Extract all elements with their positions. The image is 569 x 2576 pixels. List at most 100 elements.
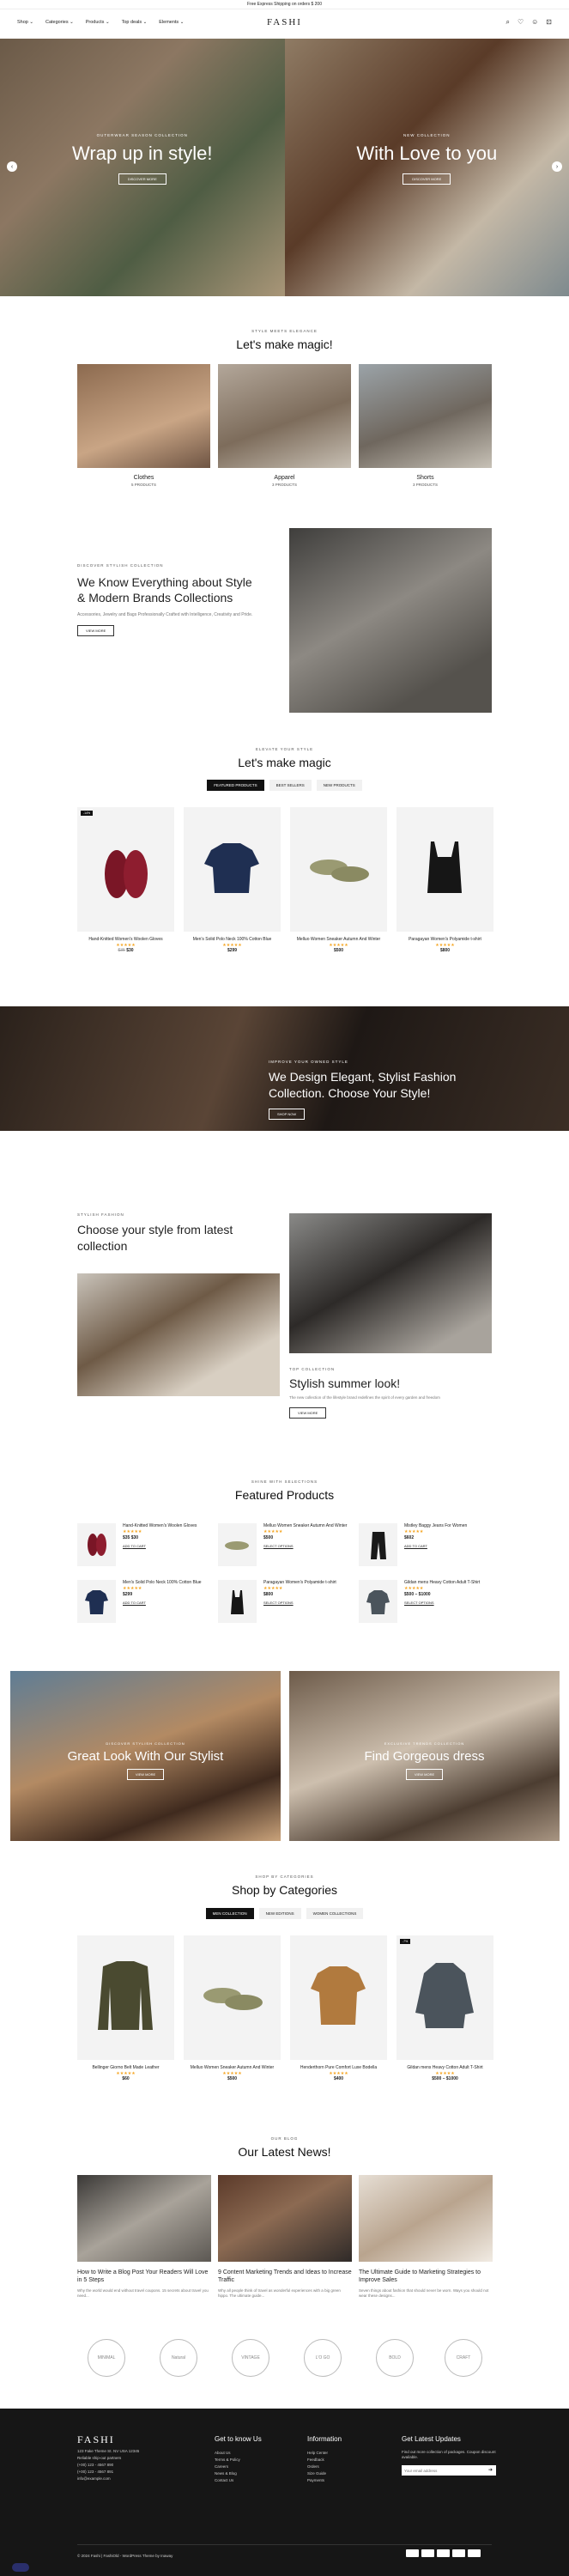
product-name[interactable]: Paragayan Women's Polyamide t-shirt [396, 937, 493, 943]
product-card[interactable]: Bellinger Giorno Belt Made Leather ★★★★★… [77, 1935, 174, 2081]
footer-address-note: Reliable ship-out partners [77, 2456, 122, 2460]
tab-new-products[interactable]: NEW PRODUCTS [316, 780, 362, 791]
blog-image [218, 2175, 352, 2262]
featured-name[interactable]: Hand-Knitted Women's Woolen Gloves [123, 1523, 197, 1529]
banner-caption: IMPROVE YOUR OWNED STYLE We Design Elega… [269, 1060, 483, 1120]
product-name[interactable]: Bellinger Giorno Belt Made Leather [77, 2065, 174, 2071]
blog-card[interactable]: How to Write a Blog Post Your Readers Wi… [77, 2175, 211, 2299]
banner-shop-button[interactable]: SHOP NOW [269, 1109, 306, 1120]
product-name[interactable]: Melluo Women Sneaker Autumn And Winter [290, 937, 387, 943]
featured-item[interactable]: Hand-Knitted Women's Woolen Gloves ★★★★★… [77, 1523, 223, 1566]
blog-title[interactable]: How to Write a Blog Post Your Readers Wi… [77, 2269, 211, 2284]
category-tile[interactable]: Clothes 5 PRODUCTS [77, 364, 210, 487]
theme-toggle[interactable] [12, 2563, 29, 2572]
sale-badge: -14% [81, 811, 94, 816]
brand-logo[interactable]: Natural [160, 2339, 197, 2377]
hero-button[interactable]: DISCOVER MORE [118, 173, 166, 185]
about-view-more-button[interactable]: VIEW MORE [77, 625, 115, 636]
blog-image [77, 2175, 211, 2262]
tab-men-collection[interactable]: MEN COLLECTION [205, 1908, 254, 1919]
blog-title[interactable]: The Ultimate Guide to Marketing Strategi… [359, 2269, 493, 2284]
select-options-link[interactable]: SELECT OPTIONS [404, 1600, 480, 1606]
category-tile[interactable]: Apparel 3 PRODUCTS [218, 364, 351, 487]
hero-button[interactable]: DISCOVER MORE [403, 173, 451, 185]
add-to-cart-link[interactable]: ADD TO CART [123, 1600, 202, 1606]
product-card[interactable]: Paragayan Women's Polyamide t-shirt ★★★★… [396, 807, 493, 953]
brand-logo[interactable]: VINTAGE [232, 2339, 269, 2377]
jacket-image [98, 1961, 153, 2030]
featured-item[interactable]: Paragayan Women's Polyamide t-shirt ★★★★… [218, 1580, 364, 1623]
send-arrow-icon[interactable]: ➔ [484, 2467, 496, 2474]
product-card[interactable]: -14% Hand-Knitted Women's Woolen Gloves … [77, 807, 174, 953]
footer-link[interactable]: Orders [307, 2464, 342, 2470]
featured-name[interactable]: Gildan mens Heavy Cotton Adult T-Shirt [404, 1580, 480, 1586]
site-logo[interactable]: FASHI [0, 17, 569, 27]
product-card[interactable]: Melluo Women Sneaker Autumn And Winter ★… [184, 1935, 281, 2081]
footer-logo[interactable]: FASHI [77, 2434, 139, 2445]
footer-link[interactable]: News & Blog [215, 2470, 262, 2477]
featured-item[interactable]: Mistley Baggy Jeans For Women ★★★★★ $602… [359, 1523, 505, 1566]
promo-button[interactable]: VIEW MORE [405, 1769, 444, 1780]
footer-link[interactable]: Help Center [307, 2450, 342, 2457]
category-tile[interactable]: Shorts 3 PRODUCTS [359, 364, 492, 487]
featured-info: Mistley Baggy Jeans For Women ★★★★★ $602… [404, 1523, 467, 1566]
footer-link[interactable]: Size Guide [307, 2470, 342, 2477]
product-name[interactable]: Gildan mens Heavy Cotton Adult T-Shirt [396, 2065, 493, 2071]
featured-item[interactable]: Melluo Women Sneaker Autumn And Winter ★… [218, 1523, 364, 1566]
sale-badge: -7% [400, 1939, 411, 1944]
product-name[interactable]: Hand-Knitted Women's Woolen Gloves [77, 937, 174, 943]
tab-new-editions[interactable]: NEW EDITIONS [258, 1908, 301, 1919]
product-name[interactable]: Melluo Women Sneaker Autumn And Winter [184, 2065, 281, 2071]
hero-title: With Love to you [356, 143, 498, 164]
blog-title[interactable]: 9 Content Marketing Trends and Ideas to … [218, 2269, 352, 2284]
featured-name[interactable]: Paragayan Women's Polyamide t-shirt [263, 1580, 336, 1586]
select-options-link[interactable]: SELECT OPTIONS [263, 1600, 336, 1606]
footer-link[interactable]: Terms & Policy [215, 2457, 262, 2464]
product-price: $500 – $1000 [432, 2076, 458, 2081]
brand-logo[interactable]: BOLD [376, 2339, 414, 2377]
blog-card[interactable]: The Ultimate Guide to Marketing Strategi… [359, 2175, 493, 2299]
footer-link[interactable]: About Us [215, 2450, 262, 2457]
product-card[interactable]: Men's Solid Polo Neck 100% Cotton Blue ★… [184, 807, 281, 953]
product-card[interactable]: Melluo Women Sneaker Autumn And Winter ★… [290, 807, 387, 953]
footer-link[interactable]: Feedback [307, 2457, 342, 2464]
brand-logo[interactable]: MINIMAL [88, 2339, 125, 2377]
featured-name[interactable]: Men's Solid Polo Neck 100% Cotton Blue [123, 1580, 202, 1586]
promo-banner-right[interactable]: EXCLUSIVE TRENDS COLLECTION Find Gorgeou… [289, 1671, 560, 1841]
slider-next-icon[interactable]: › [552, 161, 562, 172]
featured-item[interactable]: Men's Solid Polo Neck 100% Cotton Blue ★… [77, 1580, 223, 1623]
brand-logo[interactable]: CRAFT [445, 2339, 482, 2377]
featured-name[interactable]: Melluo Women Sneaker Autumn And Winter [263, 1523, 347, 1529]
latest-heading: STYLISH FASHION Choose your style from l… [77, 1212, 249, 1255]
brand-logo[interactable]: L'O GO [304, 2339, 342, 2377]
footer-heading: Information [307, 2435, 342, 2443]
latest-view-more-button[interactable]: VIEW MORE [289, 1407, 327, 1419]
product-card[interactable]: -7% Gildan mens Heavy Cotton Adult T-Shi… [396, 1935, 493, 2081]
footer-link[interactable]: Payments [307, 2477, 342, 2484]
product-name[interactable]: Henderthorn Pure Comfort Luxe Bodella [290, 2065, 387, 2071]
select-options-link[interactable]: SELECT OPTIONS [263, 1543, 347, 1549]
announcement-bar: Free Express Shipping on orders $ 200 [0, 0, 569, 9]
promo-banner-left[interactable]: DISCOVER STYLISH COLLECTION Great Look W… [10, 1671, 281, 1841]
product-card[interactable]: Henderthorn Pure Comfort Luxe Bodella ★★… [290, 1935, 387, 2081]
featured-name[interactable]: Mistley Baggy Jeans For Women [404, 1523, 467, 1529]
hero-title: Wrap up in style! [72, 143, 213, 164]
add-to-cart-link[interactable]: ADD TO CART [404, 1543, 467, 1549]
hero-eyebrow: OUTERWEAR SEASON COLLECTION [96, 133, 188, 137]
tab-women-collections[interactable]: WOMEN COLLECTIONS [306, 1908, 364, 1919]
tab-featured[interactable]: FEATURED PRODUCTS [207, 780, 264, 791]
newsletter-email-input[interactable] [402, 2465, 485, 2476]
add-to-cart-link[interactable]: ADD TO CART [123, 1543, 197, 1549]
footer-email[interactable]: info@example.com [77, 2476, 139, 2482]
blog-card[interactable]: 9 Content Marketing Trends and Ideas to … [218, 2175, 352, 2299]
footer-link[interactable]: Contact Us [215, 2477, 262, 2484]
featured-rating: ★★★★★ [263, 1529, 283, 1534]
tab-best-sellers[interactable]: BEST SELLERS [269, 780, 312, 791]
promo-button[interactable]: VIEW MORE [126, 1769, 165, 1780]
product-name[interactable]: Men's Solid Polo Neck 100% Cotton Blue [184, 937, 281, 943]
featured-item[interactable]: Gildan mens Heavy Cotton Adult T-Shirt ★… [359, 1580, 505, 1623]
footer-phone[interactable]: (+00) 123 - 4567 890 [77, 2462, 139, 2469]
footer-link[interactable]: Careers [215, 2464, 262, 2470]
footer-phone-2[interactable]: (+00) 123 - 4567 891 [77, 2469, 139, 2476]
slider-prev-icon[interactable]: ‹ [7, 161, 17, 172]
